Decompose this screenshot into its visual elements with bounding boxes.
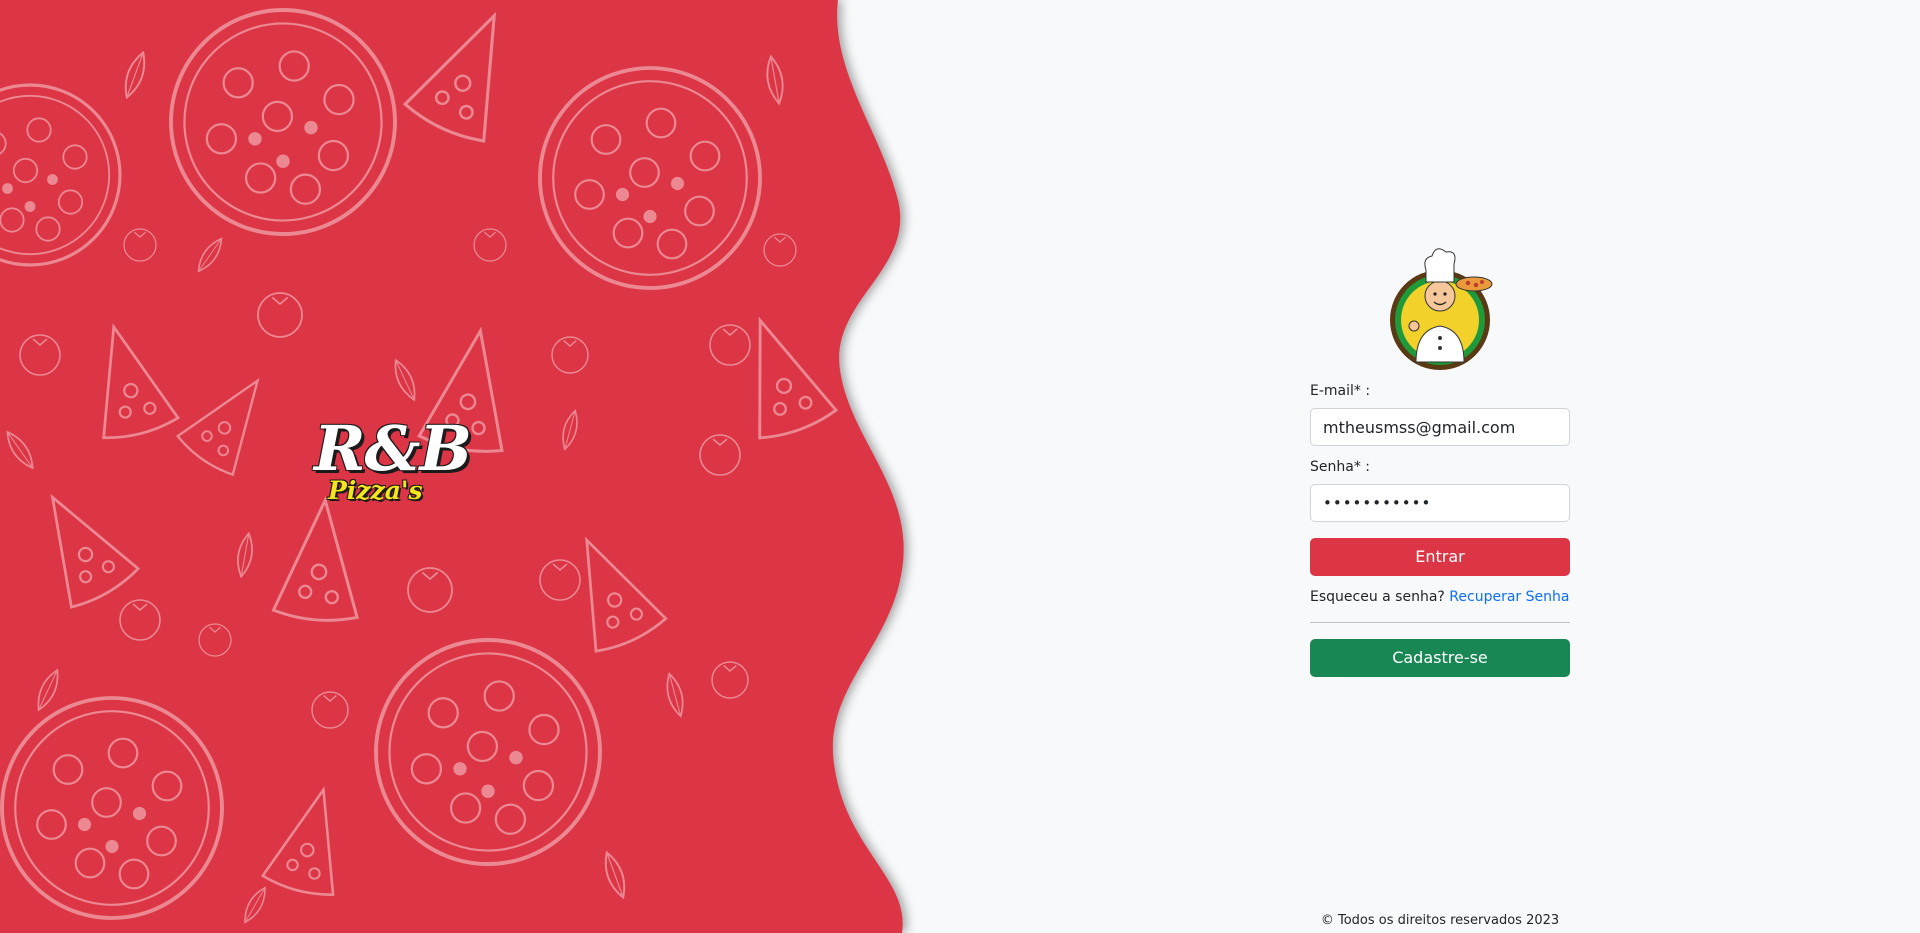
chef-mascot-icon xyxy=(1390,248,1493,370)
password-field[interactable] xyxy=(1310,484,1570,522)
login-button[interactable]: Entrar xyxy=(1310,538,1570,576)
divider xyxy=(1310,622,1570,623)
brand-logo-sub: Pizza's xyxy=(328,476,423,505)
brand-logo: R&B Pizza's xyxy=(310,418,490,508)
password-label: Senha* : xyxy=(1310,459,1370,475)
footer-copyright: © Todos os direitos reservados 2023 xyxy=(1320,913,1560,928)
login-form: E-mail* : Senha* : Entrar Esqueceu a sen… xyxy=(1310,238,1570,677)
register-button[interactable]: Cadastre-se xyxy=(1310,639,1570,677)
recover-password-link[interactable]: Recuperar Senha xyxy=(1449,589,1569,605)
email-label: E-mail* : xyxy=(1310,383,1371,399)
forgot-password-text: Esqueceu a senha? xyxy=(1310,589,1445,605)
hero-panel: R&B Pizza's xyxy=(0,0,920,933)
email-field[interactable] xyxy=(1310,408,1570,446)
forgot-password-row: Esqueceu a senha? Recuperar Senha xyxy=(1310,588,1570,606)
brand-logo-main: R&B xyxy=(314,412,472,485)
